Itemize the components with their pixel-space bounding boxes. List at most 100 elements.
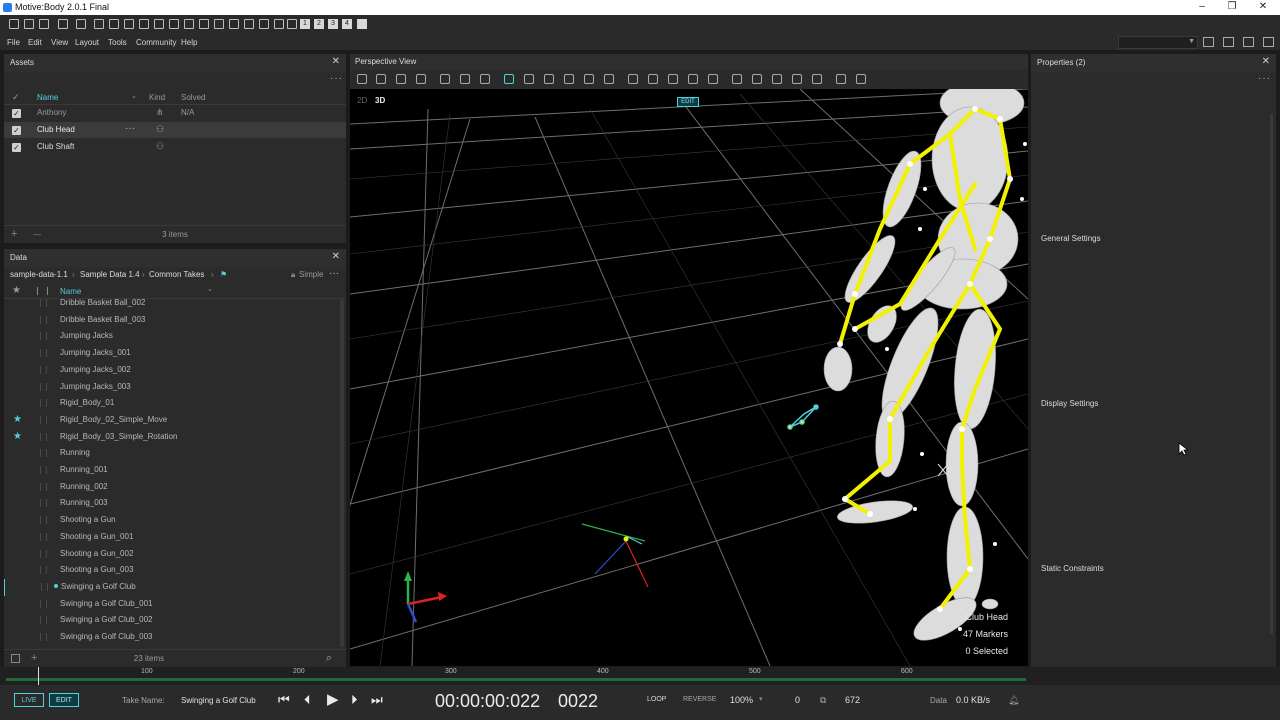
panel-icon[interactable] bbox=[76, 19, 86, 29]
asset-row-club-head[interactable]: ✓ Club Head ··· ⚇ bbox=[4, 122, 346, 138]
menu-layout[interactable]: Layout bbox=[75, 38, 99, 47]
paint-select-icon[interactable] bbox=[668, 74, 678, 84]
playback-speed[interactable]: 100% bbox=[730, 695, 753, 705]
close-icon[interactable]: ✕ bbox=[1262, 56, 1270, 67]
wand-icon[interactable] bbox=[154, 19, 164, 29]
layout-dropdown[interactable]: ▼ bbox=[1118, 36, 1198, 49]
menu-tools[interactable]: Tools bbox=[108, 38, 127, 47]
minimize-button[interactable]: – bbox=[1192, 1, 1212, 12]
asset-row-club-shaft[interactable]: ✓ Club Shaft ⚇ bbox=[4, 139, 346, 155]
take-list-scrollbar[interactable] bbox=[340, 299, 344, 647]
range-end[interactable]: 672 bbox=[845, 695, 860, 705]
take-row[interactable]: Jumping Jacks_003 bbox=[4, 379, 338, 396]
person-display-icon[interactable] bbox=[856, 74, 866, 84]
loop-toggle[interactable]: LOOP bbox=[647, 696, 666, 703]
layout-1-button[interactable]: 1 bbox=[300, 19, 310, 29]
live-mode-button[interactable]: LIVE bbox=[14, 693, 44, 707]
rotate-tool-icon[interactable] bbox=[544, 74, 554, 84]
properties-scrollbar[interactable] bbox=[1270, 114, 1273, 634]
person-icon[interactable] bbox=[184, 19, 194, 29]
close-icon[interactable]: ✕ bbox=[332, 251, 340, 262]
zoom-in-icon[interactable] bbox=[440, 74, 450, 84]
menu-view[interactable]: View bbox=[51, 38, 68, 47]
reverse-toggle[interactable]: REVERSE bbox=[683, 696, 716, 703]
columns-icon[interactable] bbox=[37, 287, 48, 295]
layout-save-icon[interactable] bbox=[1203, 37, 1214, 47]
3d-scene[interactable] bbox=[350, 89, 1028, 666]
star-column-icon[interactable]: ★ bbox=[12, 285, 21, 296]
signal-icon[interactable] bbox=[274, 19, 284, 29]
take-row[interactable]: Swinging a Golf Club_002 bbox=[4, 612, 338, 629]
range-start[interactable]: 0 bbox=[795, 695, 800, 705]
menu-file[interactable]: File bbox=[7, 38, 20, 47]
save-icon[interactable] bbox=[24, 19, 34, 29]
breadcrumb-item[interactable]: sample-data-1.1 bbox=[10, 270, 68, 279]
open-icon[interactable] bbox=[39, 19, 49, 29]
close-window-button[interactable]: ✕ bbox=[1253, 1, 1273, 12]
screenshot-icon[interactable] bbox=[396, 74, 406, 84]
layout-4-button[interactable]: 4 bbox=[342, 19, 352, 29]
layout-window-icon[interactable] bbox=[1243, 37, 1254, 47]
last-frame-button[interactable]: ⏭ bbox=[371, 692, 383, 708]
asset-checkbox[interactable]: ✓ bbox=[12, 143, 21, 152]
skeleton-icon[interactable] bbox=[169, 19, 179, 29]
take-row[interactable]: Running_002 bbox=[4, 479, 338, 496]
scale-tool-icon[interactable] bbox=[564, 74, 574, 84]
column-name[interactable]: Name bbox=[37, 93, 58, 102]
camera-icon[interactable] bbox=[94, 19, 104, 29]
more-options-icon[interactable]: ··· bbox=[1258, 73, 1271, 84]
take-row[interactable]: Dribble Basket Ball_003 bbox=[4, 312, 338, 329]
take-row[interactable]: Swinging a Golf Club bbox=[4, 578, 338, 596]
cube-icon[interactable] bbox=[376, 74, 386, 84]
labels-display-icon[interactable] bbox=[812, 74, 822, 84]
row-more-icon[interactable]: ··· bbox=[125, 123, 135, 134]
view-3d-toggle[interactable]: 3D bbox=[375, 96, 385, 105]
next-frame-button[interactable]: ⏵ bbox=[351, 692, 358, 708]
marker-select-icon[interactable] bbox=[708, 74, 718, 84]
breadcrumb-item[interactable]: Common Takes bbox=[149, 270, 204, 279]
timeline-playhead[interactable] bbox=[38, 667, 39, 685]
restore-button[interactable]: ❐ bbox=[1222, 1, 1242, 12]
take-row[interactable]: Rigid_Body_01 bbox=[4, 395, 338, 412]
take-row[interactable]: Swinging a Golf Club_003 bbox=[4, 629, 338, 646]
take-row[interactable]: Jumping Jacks_002 bbox=[4, 362, 338, 379]
take-row[interactable]: ★ Rigid_Body_03_Simple_Rotation bbox=[4, 429, 338, 446]
search-icon[interactable]: ⌕ bbox=[326, 652, 332, 665]
timecode-icon[interactable] bbox=[287, 19, 297, 29]
play-button[interactable]: ▶ bbox=[327, 690, 339, 708]
layout-3-button[interactable]: 3 bbox=[328, 19, 338, 29]
layout-edit-icon[interactable] bbox=[1223, 37, 1234, 47]
chevron-down-icon[interactable]: ⌄ bbox=[131, 92, 137, 100]
first-frame-button[interactable]: ⏮ bbox=[278, 692, 290, 708]
frame-icon[interactable] bbox=[628, 74, 638, 84]
layout-2-button[interactable]: 2 bbox=[314, 19, 324, 29]
take-row[interactable]: Jumping Jacks bbox=[4, 328, 338, 345]
timeline-track[interactable] bbox=[6, 678, 1026, 681]
menu-community[interactable]: Community bbox=[136, 38, 176, 47]
lock-icon[interactable]: 🔒︎ bbox=[291, 270, 295, 280]
bell-icon[interactable]: 🔔︎ bbox=[1008, 695, 1019, 706]
take-row[interactable]: Shooting a Gun_003 bbox=[4, 562, 338, 579]
asset-checkbox[interactable]: ✓ bbox=[12, 109, 21, 118]
asset-checkbox[interactable]: ✓ bbox=[12, 126, 21, 135]
skeleton-display-icon[interactable] bbox=[836, 74, 846, 84]
chevron-down-icon[interactable]: ⌄ bbox=[207, 285, 213, 293]
column-kind[interactable]: Kind bbox=[149, 93, 165, 102]
club-head-rigid-body[interactable] bbox=[787, 404, 819, 430]
settings-icon[interactable] bbox=[58, 19, 68, 29]
local-icon[interactable] bbox=[604, 74, 614, 84]
view-mode[interactable]: Simple bbox=[299, 270, 323, 279]
timeline[interactable]: 100 200 300 400 500 600 bbox=[0, 667, 1280, 685]
layout-5-button[interactable] bbox=[357, 19, 367, 29]
sticks-display-icon[interactable] bbox=[772, 74, 782, 84]
visibility-icon[interactable] bbox=[732, 74, 742, 84]
take-row[interactable]: Shooting a Gun bbox=[4, 512, 338, 529]
chevron-down-icon[interactable]: ▾ bbox=[759, 695, 763, 703]
skeleton-figure[interactable] bbox=[823, 89, 1027, 649]
take-row[interactable]: Swinging a Golf Club_001 bbox=[4, 596, 338, 613]
take-row[interactable]: Running_001 bbox=[4, 462, 338, 479]
more-options-icon[interactable]: ··· bbox=[329, 268, 339, 279]
network-icon[interactable] bbox=[199, 19, 209, 29]
translate-tool-icon[interactable] bbox=[524, 74, 534, 84]
take-row[interactable]: Shooting a Gun_002 bbox=[4, 546, 338, 563]
